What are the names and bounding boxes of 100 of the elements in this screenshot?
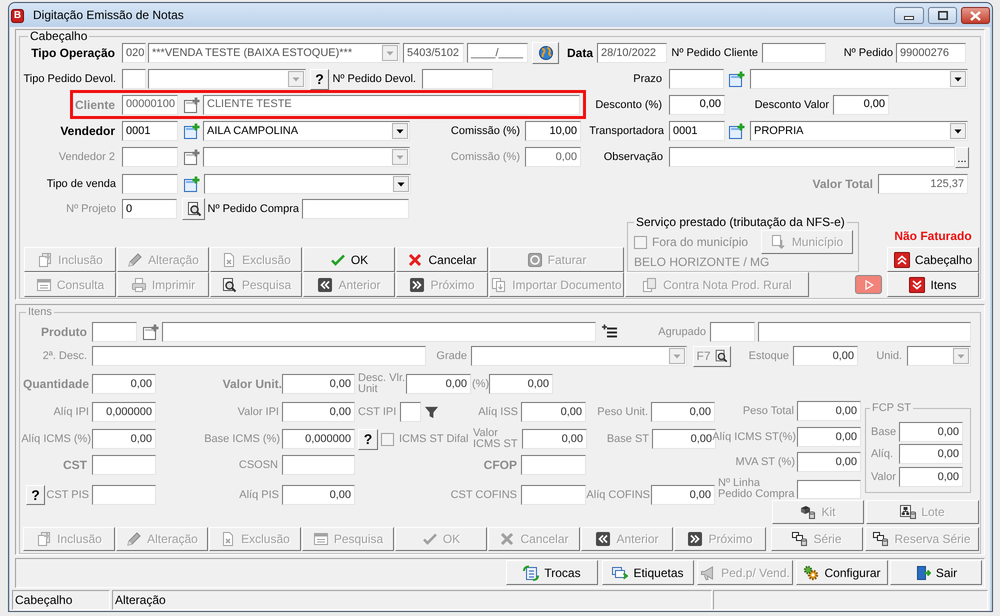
field-label: Vendedor [60,124,115,138]
input-field[interactable] [521,455,586,475]
maximize-button[interactable] [928,7,957,24]
add-document-icon[interactable] [143,324,159,340]
minimize-icon [904,16,914,20]
field-label: Desc. Vlr. Unit [358,373,406,395]
items-section-button[interactable]: Itens [887,272,979,297]
dropdown[interactable] [203,147,410,167]
input-field[interactable] [669,147,955,167]
input-field[interactable] [162,322,596,342]
input-field[interactable] [758,322,971,342]
input-field[interactable]: 10,00 [525,121,581,141]
input-field[interactable] [122,69,146,89]
field-label: Alíq COFINS [586,488,650,502]
chevrons-down-icon [909,276,926,292]
search-button[interactable] [182,198,205,220]
input-field[interactable]: 28/10/2022 [597,43,667,63]
exchange-icon [523,564,540,580]
field-label: Comissão (%) [450,150,520,164]
dropdown[interactable] [204,174,411,194]
input-field[interactable] [797,480,861,498]
field-label: (%) [472,377,490,391]
dropdown[interactable] [907,346,971,366]
double-chevron-right-icon [409,276,426,292]
funnel-icon[interactable] [424,404,439,420]
input-field[interactable]: 0,00 [669,94,725,114]
double-chevron-left-icon [595,531,612,547]
ok-button[interactable]: OK [303,247,395,272]
field-label: Desconto Valor [754,98,829,112]
dropdown[interactable] [148,69,306,89]
add-document-icon[interactable] [184,123,200,139]
input-field[interactable] [282,455,355,475]
configure-button[interactable]: Configurar [796,560,888,585]
cancel-button[interactable]: Cancelar [396,247,488,272]
add-document-icon[interactable] [184,149,200,165]
documents-icon [642,276,658,292]
input-field[interactable]: 0001 [669,121,725,141]
field-label: Peso Total [742,404,794,418]
input-field[interactable]: 5403/5102 [403,43,464,63]
field-label: Nº Pedido Cliente [671,46,758,60]
input-field[interactable] [92,322,137,342]
dropdown[interactable]: ***VENDA TESTE (BAIXA ESTOQUE)*** [148,43,400,63]
input-field[interactable] [422,69,493,89]
help-button[interactable]: ? [310,68,329,90]
field-label: Alíq ISS [478,405,518,419]
field-label: CST PIS [46,488,89,502]
cross-icon [407,252,424,268]
labels-button[interactable]: Etiquetas [602,560,694,585]
input-field[interactable] [122,147,178,167]
field-label: CST IPI [358,405,396,419]
labels-icon [612,564,628,580]
minimize-button[interactable] [894,7,924,24]
field-label: Fora do município [652,235,748,249]
close-button[interactable] [961,7,990,24]
pencil-icon [126,531,142,547]
input-field[interactable] [521,485,586,505]
dropdown[interactable]: AILA CAMPOLINA [203,121,410,141]
field-label: Observação [604,150,663,164]
input-field[interactable]: 0001 [122,121,178,141]
check-icon [330,252,346,268]
input-field[interactable]: 020 [122,43,146,63]
input-field[interactable] [302,199,409,219]
header-section-button[interactable]: Cabeçalho [887,247,979,272]
input-field[interactable] [92,485,156,505]
play-button[interactable] [855,275,882,294]
exchange-button[interactable]: Trocas [506,560,598,585]
ellipsis-button[interactable]: ... [955,146,969,168]
input-field[interactable] [122,174,178,194]
input-field[interactable] [92,455,156,475]
input-field[interactable] [710,322,755,342]
dropdown[interactable]: PROPRIA [750,121,968,141]
double-chevron-right-icon [687,531,704,547]
add-document-icon[interactable] [184,176,200,192]
input-field[interactable]: ____/____ [467,43,528,63]
exit-button[interactable]: Sair [890,560,982,585]
input-field[interactable]: 0,00 [833,94,889,114]
close-icon [970,10,981,20]
input-field[interactable] [92,346,426,366]
input-field[interactable] [669,69,724,89]
pencil-icon [127,252,144,268]
field-label: Agrupado [658,325,706,339]
window-title: Digitação Emissão de Notas [33,8,184,23]
dropdown[interactable] [750,69,968,89]
check-icon [422,531,438,547]
field-label: Base ICMS (%) [204,432,280,446]
field-label: Tipo de venda [46,177,116,191]
field-label: Nº Projeto [66,202,116,216]
input-field[interactable]: 99000276 [896,43,966,63]
add-document-icon[interactable] [729,71,745,87]
field-label: 2ª. Desc. [42,349,87,363]
maximize-icon [938,11,948,20]
input-field[interactable] [400,402,421,422]
globe-button[interactable] [532,42,559,64]
input-field[interactable] [762,43,826,63]
group-title: Serviço prestado (tributação da NFS-e) [635,215,846,229]
add-document-icon[interactable] [729,123,745,139]
field-label: Nº Pedido Compra [208,202,299,216]
list-add-icon[interactable] [602,324,618,340]
dropdown[interactable] [471,346,687,366]
field-label: Desconto (%) [595,98,662,112]
